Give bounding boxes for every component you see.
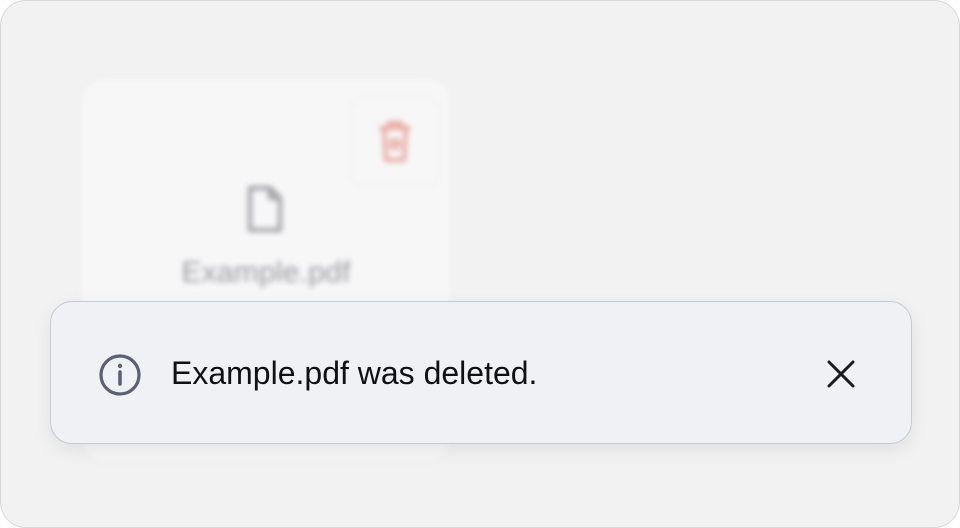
close-button[interactable]	[819, 352, 863, 396]
toast-message: Example.pdf was deleted.	[171, 355, 538, 391]
delete-button[interactable]	[350, 98, 440, 186]
toast-notification: Example.pdf was deleted.	[50, 301, 912, 444]
info-icon	[99, 354, 141, 396]
close-icon	[827, 360, 855, 388]
app-frame: Example.pdf Example.pdf was deleted.	[0, 0, 960, 528]
trash-icon	[379, 121, 411, 162]
file-name: Example.pdf	[181, 256, 351, 289]
file-icon	[248, 186, 282, 232]
